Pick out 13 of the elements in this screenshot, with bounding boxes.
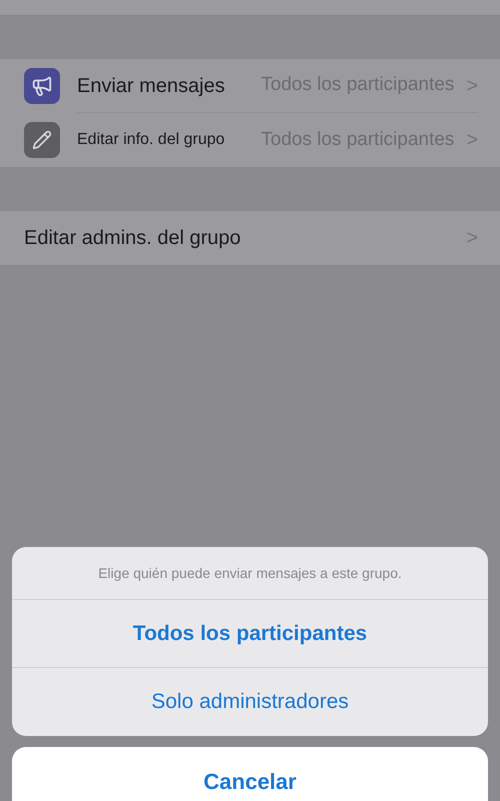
row-label: Editar info. del grupo bbox=[77, 130, 225, 150]
chevron-icon: > bbox=[466, 125, 478, 155]
megaphone-icon bbox=[24, 68, 60, 104]
row-label: Editar admins. del grupo bbox=[24, 226, 241, 251]
settings-row[interactable]: Editar admins. del grupo > bbox=[0, 211, 500, 265]
sheet-option[interactable]: Todos los participantes bbox=[12, 600, 488, 668]
sheet-option[interactable]: Solo administradores bbox=[12, 668, 488, 736]
cancel-button[interactable]: Cancelar bbox=[12, 747, 488, 801]
chevron-icon: > bbox=[466, 223, 478, 253]
row-label: Enviar mensajes bbox=[77, 74, 225, 98]
sheet-message: Elige quién puede enviar mensajes a este grupo. bbox=[98, 564, 402, 583]
chevron-icon: > bbox=[466, 70, 478, 100]
pencil-icon bbox=[24, 122, 60, 158]
